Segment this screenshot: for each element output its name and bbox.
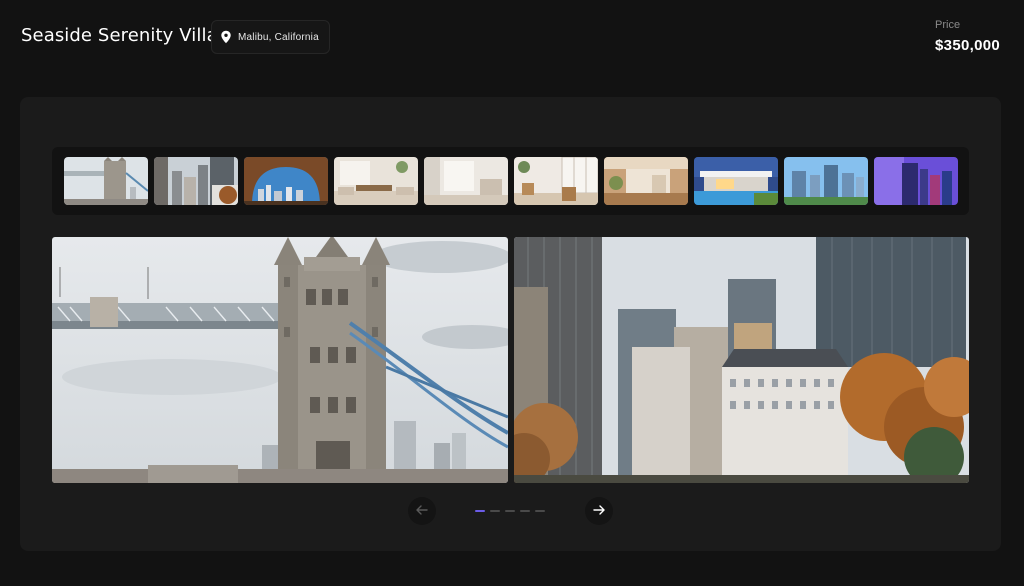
gallery-pager <box>20 497 1001 525</box>
arrow-left-icon <box>416 502 428 520</box>
next-button[interactable] <box>585 497 613 525</box>
page-dot-4[interactable] <box>520 510 530 512</box>
thumbnail-purple-towers[interactable] <box>874 157 958 205</box>
gallery-card <box>20 97 1001 551</box>
price-block: Price $350,000 <box>935 19 1000 54</box>
thumbnail-tower-bridge[interactable] <box>64 157 148 205</box>
listing-title: Seaside Serenity Villa <box>21 25 218 46</box>
page-dot-2[interactable] <box>490 510 500 512</box>
thumbnail-strip <box>52 147 969 215</box>
thumbnail-interior-living-room[interactable] <box>334 157 418 205</box>
map-pin-icon <box>220 30 232 44</box>
page-dot-5[interactable] <box>535 510 545 512</box>
thumbnail-glass-towers[interactable] <box>784 157 868 205</box>
page-indicator <box>475 510 545 512</box>
thumbnail-city-skyline[interactable] <box>154 157 238 205</box>
location-text: Malibu, California <box>238 31 319 43</box>
main-photo-tower-bridge[interactable] <box>52 237 508 483</box>
previous-button[interactable] <box>408 497 436 525</box>
main-photo-city-skyline[interactable] <box>514 237 969 483</box>
thumbnail-modern-villa-pool[interactable] <box>694 157 778 205</box>
price-value: $350,000 <box>935 37 1000 54</box>
page-dot-1[interactable] <box>475 510 485 512</box>
thumbnail-rock-arch-skyline[interactable] <box>244 157 328 205</box>
thumbnail-interior-bright-room[interactable] <box>424 157 508 205</box>
page-dot-3[interactable] <box>505 510 515 512</box>
price-label: Price <box>935 19 961 31</box>
location-chip: Malibu, California <box>211 20 330 54</box>
listing-header: Seaside Serenity Villa Malibu, Californi… <box>0 0 1024 80</box>
main-photos <box>52 237 969 483</box>
thumbnail-interior-wooden-hall[interactable] <box>604 157 688 205</box>
thumbnail-interior-dining[interactable] <box>514 157 598 205</box>
arrow-right-icon <box>593 502 605 520</box>
